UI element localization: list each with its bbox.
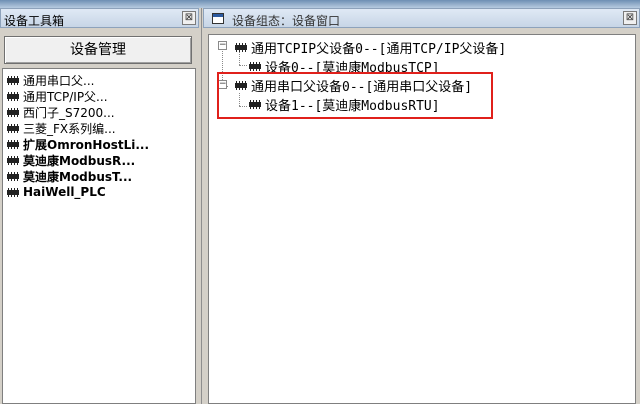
chip-icon (6, 91, 20, 101)
device-list-item-label: 通用串口父... (23, 73, 95, 88)
device-list-item-label: 西门子_S7200... (23, 105, 115, 120)
device-list-item[interactable]: 通用TCP/IP父... (3, 88, 108, 104)
device-list-item[interactable]: HaiWell_PLC (3, 184, 106, 200)
background-window-strip (0, 0, 640, 8)
toolbox-close-icon[interactable]: ⊠ (182, 11, 196, 25)
chip-icon (6, 171, 20, 181)
chip-icon (6, 107, 20, 117)
tree-node-tcpip-parent[interactable]: 通用TCPIP父设备0--[通用TCP/IP父设备] (231, 38, 506, 57)
chip-icon (6, 123, 20, 133)
device-list-item[interactable]: 通用串口父... (3, 72, 94, 88)
toolbox-titlebar[interactable]: 设备工具箱 ⊠ (0, 8, 199, 28)
expand-collapse-icon[interactable]: − (218, 41, 227, 50)
chip-icon (6, 187, 20, 197)
device-list-item[interactable]: 莫迪康ModbusR... (3, 152, 135, 168)
highlight-box (217, 72, 493, 119)
device-list-item-label: 莫迪康ModbusT... (23, 169, 133, 184)
device-manage-button[interactable]: 设备管理 (4, 36, 192, 64)
tree-node-label: 通用TCPIP父设备0--[通用TCP/IP父设备] (251, 42, 507, 57)
device-list-item[interactable]: 西门子_S7200... (3, 104, 115, 120)
chip-icon (6, 155, 20, 165)
chip-icon (6, 75, 20, 85)
device-list-item-label: 扩展OmronHostLi... (23, 137, 150, 152)
window-icon (212, 13, 224, 24)
device-list-item-label: 莫迪康ModbusR... (23, 153, 136, 168)
device-list-item[interactable]: 莫迪康ModbusT... (3, 168, 132, 184)
device-list-item[interactable]: 扩展OmronHostLi... (3, 136, 149, 152)
config-window-titlebar[interactable]: 设备组态：设备窗口 ⊠ (203, 8, 640, 28)
device-list: 通用串口父... 通用TCP/IP父... 西门子_S7200... 三菱_FX系列编… (2, 68, 196, 404)
toolbox-title: 设备工具箱 (4, 14, 65, 28)
device-tree: − 通用TCPIP父设备0--[通用TCP/IP父设备] 设备0--[莫迪康Mo… (208, 34, 636, 404)
device-config-window: 设备组态：设备窗口 ⊠ ▭ ▫ ✕ − 通用TCPIP父设备0--[通用TCP/… (203, 8, 640, 404)
device-list-item-label: 三菱_FX系列编... (23, 121, 116, 136)
device-list-item-label: 通用TCP/IP父... (23, 89, 108, 104)
config-window-title: 设备组态：设备窗口 (232, 14, 341, 28)
chip-icon (248, 62, 262, 71)
chip-icon (6, 139, 20, 149)
config-window-close-icon[interactable]: ⊠ (623, 11, 637, 25)
device-list-item[interactable]: 三菱_FX系列编... (3, 120, 116, 136)
device-toolbox-panel: 设备工具箱 ⊠ 设备管理 通用串口父... 通用TCP/IP父... 西门子_S72… (0, 8, 202, 404)
chip-icon (234, 43, 248, 52)
device-list-item-label: HaiWell_PLC (23, 185, 106, 199)
